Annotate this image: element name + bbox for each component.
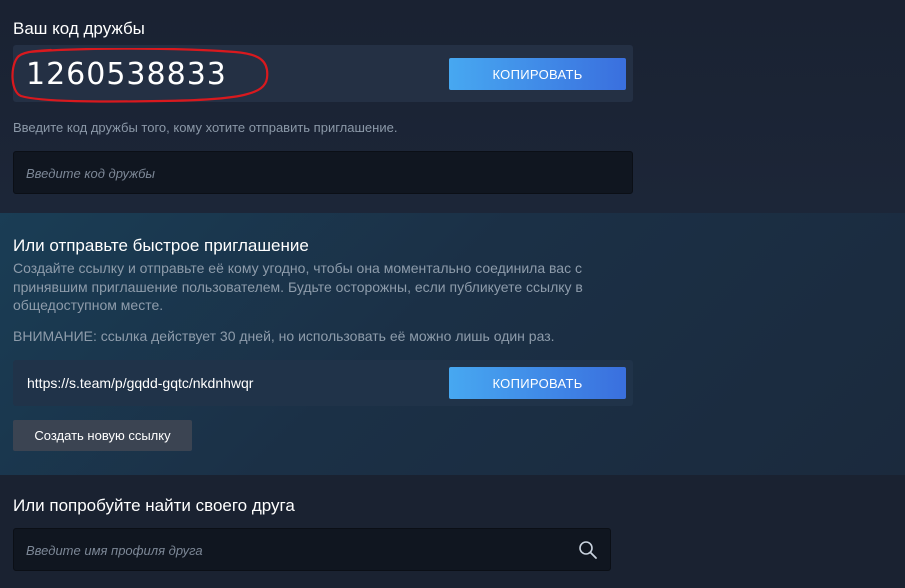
search-friend-title: Или попробуйте найти своего друга (13, 496, 295, 515)
friend-code-input[interactable] (24, 152, 588, 195)
invite-link: https://s.team/p/gqdd-gqtc/nkdnhwqr (27, 375, 254, 391)
copy-link-button[interactable]: КОПИРОВАТЬ (449, 367, 626, 399)
friend-code-title: Ваш код дружбы (13, 19, 145, 38)
search-friend-input[interactable] (24, 529, 568, 572)
invite-link-box: https://s.team/p/gqdd-gqtc/nkdnhwqr КОПИ… (13, 360, 633, 406)
create-new-link-button[interactable]: Создать новую ссылку (13, 420, 192, 451)
friend-code-value: 1260538833 (26, 57, 227, 92)
friend-code-section: Ваш код дружбы 1260538833 КОПИРОВАТЬ Вве… (0, 0, 905, 213)
search-icon[interactable] (578, 540, 598, 560)
friend-code-hint: Введите код дружбы того, кому хотите отп… (13, 120, 398, 135)
friend-code-field[interactable] (13, 151, 633, 195)
search-friend-section: Или попробуйте найти своего друга (0, 475, 905, 588)
quick-invite-warning: ВНИМАНИЕ: ссылка действует 30 дней, но и… (13, 328, 555, 344)
quick-invite-description: Создайте ссылку и отправьте её кому угод… (13, 260, 583, 313)
quick-invite-title: Или отправьте быстрое приглашение (13, 236, 309, 255)
copy-code-button[interactable]: КОПИРОВАТЬ (449, 58, 626, 90)
search-friend-field[interactable] (13, 528, 611, 572)
quick-invite-section: Или отправьте быстрое приглашение Создай… (0, 213, 905, 475)
friend-code-box: 1260538833 КОПИРОВАТЬ (13, 45, 633, 102)
